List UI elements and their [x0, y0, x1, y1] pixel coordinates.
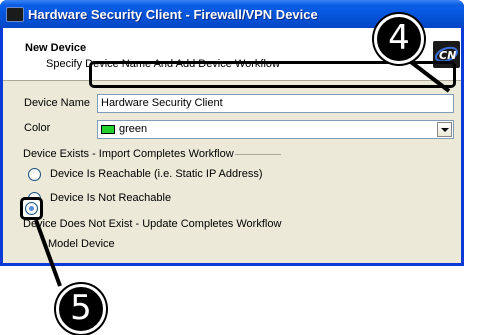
exists-group-title: Device Exists - Import Completes Workflo…: [23, 148, 234, 160]
app-icon: [6, 7, 24, 22]
header-title: New Device: [25, 42, 87, 54]
chevron-down-icon: [441, 128, 449, 132]
reachable-radio-label[interactable]: Device Is Reachable (i.e. Static IP Addr…: [50, 168, 263, 180]
callout-number-4: 4: [374, 14, 424, 64]
color-dropdown-button[interactable]: [437, 122, 452, 137]
device-name-input[interactable]: Hardware Security Client: [97, 94, 454, 113]
not-reachable-radio-label[interactable]: Device Is Not Reachable: [50, 192, 171, 204]
callout-pointer: [34, 219, 62, 287]
device-name-label: Device Name: [24, 97, 91, 109]
color-swatch: [101, 125, 115, 134]
color-label: Color: [24, 122, 51, 134]
model-device-radio[interactable]: [25, 202, 38, 215]
color-select[interactable]: green: [97, 120, 454, 139]
reachable-radio[interactable]: [28, 168, 41, 181]
group-separator: [235, 154, 281, 155]
window-title: Hardware Security Client - Firewall/VPN …: [28, 7, 318, 22]
color-select-value: green: [119, 123, 148, 135]
callout-number-5: 5: [56, 284, 106, 334]
